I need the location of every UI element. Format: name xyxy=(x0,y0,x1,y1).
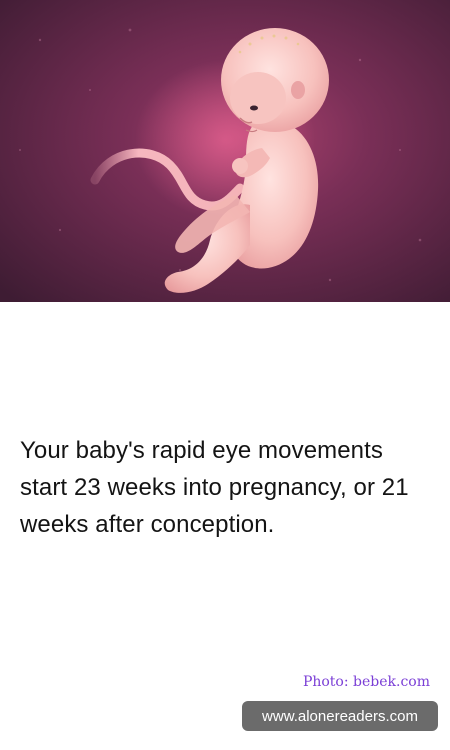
photo-credit: Photo: bebek.com xyxy=(302,674,430,690)
fetus-illustration xyxy=(0,0,450,302)
watermark-text: www.alonereaders.com xyxy=(262,707,418,725)
fact-text: Your baby's rapid eye movements start 23… xyxy=(20,437,409,538)
page: Your baby's rapid eye movements start 23… xyxy=(0,0,450,750)
watermark-badge: www.alonereaders.com xyxy=(242,701,438,731)
